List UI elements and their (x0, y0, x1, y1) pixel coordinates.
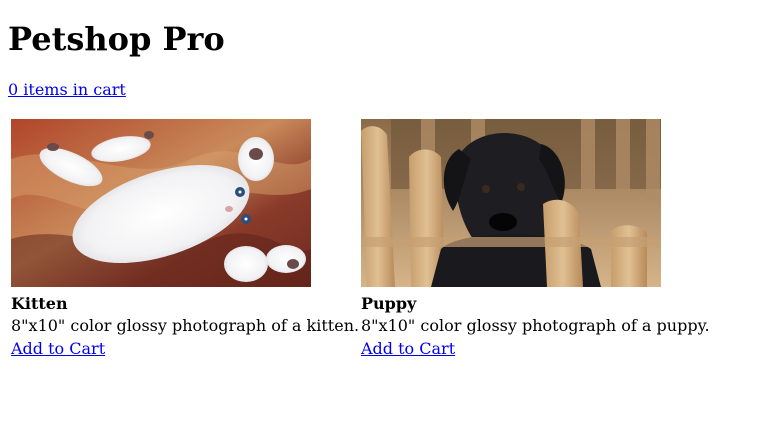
page-title: Petshop Pro (8, 20, 225, 58)
cart-link[interactable]: 0 items in cart (8, 80, 126, 100)
kitten-photo[interactable] (11, 119, 311, 287)
product-description: 8"x10" color glossy photograph of a kitt… (11, 316, 360, 335)
product-card-kitten: Kitten 8"x10" color glossy photograph of… (11, 119, 361, 361)
product-name: Kitten (11, 294, 68, 313)
puppy-photo[interactable] (361, 119, 661, 287)
product-description: 8"x10" color glossy photograph of a pupp… (361, 316, 710, 335)
add-to-cart-link[interactable]: Add to Cart (11, 337, 105, 361)
product-card-puppy: Puppy 8"x10" color glossy photograph of … (361, 119, 711, 361)
add-to-cart-link[interactable]: Add to Cart (361, 337, 455, 361)
product-name: Puppy (361, 294, 417, 313)
